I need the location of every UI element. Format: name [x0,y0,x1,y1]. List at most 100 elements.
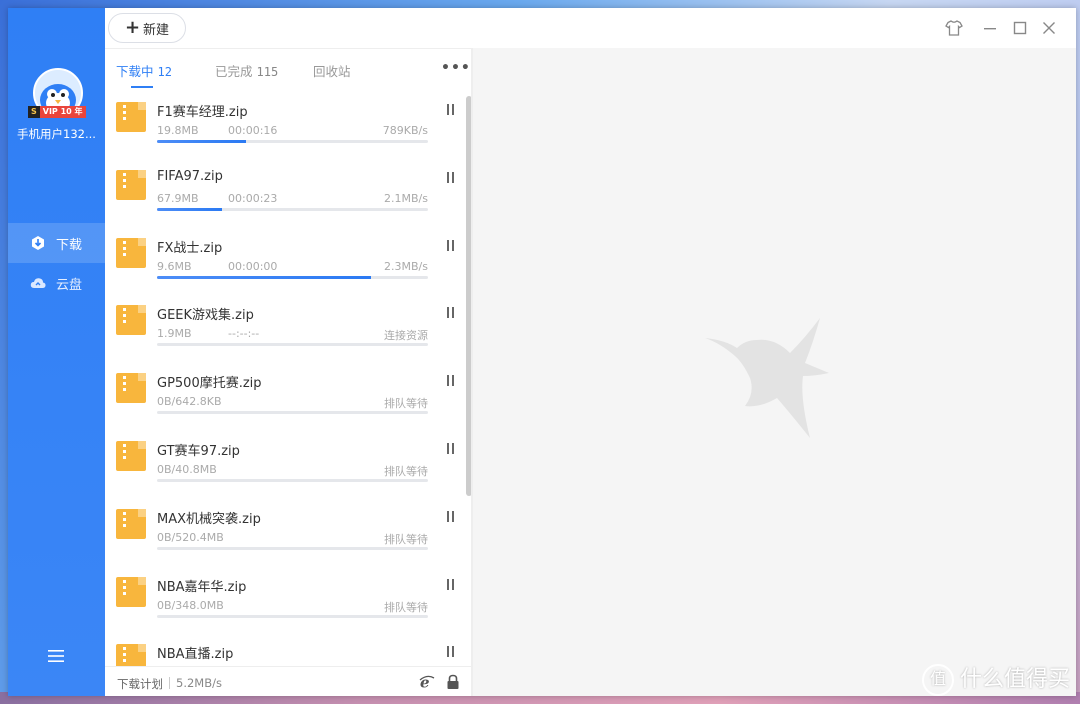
new-task-button[interactable]: + 新建 [108,13,186,43]
more-options-icon[interactable]: ••• [441,60,471,76]
file-name: GP500摩托赛.zip [157,376,262,392]
file-name: F1赛车经理.zip [157,105,248,120]
pause-icon[interactable] [446,578,455,590]
detail-panel [473,48,1076,696]
pause-icon[interactable] [446,443,455,454]
vip-s-label: S [28,106,40,118]
remaining-time: 00:00:16 [228,124,278,137]
sidebar: S VIP 10 年 手机用户132... 下载 云盘 [8,8,105,696]
download-tabs: 下载中 12 已完成 115 回收站 ••• [105,48,471,88]
download-item[interactable]: FX战士.zip 9.6MB 00:00:00 2.3MB/s [105,224,465,292]
zip-file-icon [116,508,146,539]
file-size: 0B/348.0MB [157,598,224,612]
watermark-logo: 值 [921,664,954,696]
download-item[interactable]: GP500摩托赛.zip 0B/642.8KB 排队等待 [105,359,465,427]
download-status: 排队等待 [384,465,428,478]
download-status: 连接资源 [384,329,428,343]
download-item[interactable]: NBA直播.zip [105,630,465,666]
file-name: NBA直播.zip [157,647,234,663]
file-name: FIFA97.zip [157,168,223,184]
progress-fill [157,207,223,211]
remaining-time: --:--:-- [228,327,260,341]
tab-count: 12 [157,65,172,79]
maximize-icon[interactable] [1009,17,1031,39]
file-size: 0B/520.4MB [157,530,224,544]
file-size: 0B/40.8MB [157,463,217,476]
watermark: 值什么值得买 [921,661,1070,696]
sidebar-item-download[interactable]: 下载 [8,223,105,263]
progress-bar [157,546,428,550]
vip-label: VIP 10 年 [39,106,86,118]
pause-icon[interactable] [446,307,455,319]
browser-icon[interactable]: e [419,674,435,690]
pause-icon[interactable] [446,510,455,522]
download-status: 2.1MB/s [384,191,428,205]
download-status: 789KB/s [382,124,428,137]
download-item[interactable]: GT赛车97.zip 0B/40.8MB 排队等待 [105,427,465,495]
pause-icon[interactable] [446,375,455,387]
pause-icon[interactable] [446,239,455,251]
zip-file-icon [116,237,146,268]
tab-completed[interactable]: 已完成 115 [215,61,278,80]
pause-icon[interactable] [446,104,455,115]
bird-logo-icon [705,318,829,438]
zip-file-icon [116,169,146,200]
username[interactable]: 手机用户132... [8,126,105,142]
download-item[interactable]: FIFA97.zip 67.9MB 00:00:23 2.1MB/s [105,156,465,224]
file-name: GEEK游戏集.zip [157,308,254,324]
skin-icon[interactable] [943,17,965,39]
download-status: 排队等待 [384,532,428,546]
file-name: FX战士.zip [157,240,223,256]
progress-fill [157,140,247,143]
vip-badge: S VIP 10 年 [28,106,86,118]
file-name: GT赛车97.zip [157,444,240,459]
tab-label: 已完成 [215,64,253,79]
download-item[interactable]: MAX机械突袭.zip 0B/520.4MB 排队等待 [105,495,465,563]
minimize-icon[interactable] [979,17,1001,39]
download-item[interactable]: GEEK游戏集.zip 1.9MB --:--:-- 连接资源 [105,291,465,359]
download-item[interactable]: NBA嘉年华.zip 0B/348.0MB 排队等待 [105,563,465,631]
file-size: 9.6MB [157,259,192,273]
progress-bar [157,207,428,211]
cloud-icon [30,278,46,288]
download-status: 2.3MB/s [384,259,428,273]
progress-bar [157,275,428,279]
lock-icon[interactable] [446,674,460,690]
close-icon[interactable] [1038,17,1060,39]
zip-file-icon [116,305,146,336]
file-name: MAX机械突袭.zip [157,511,261,527]
tab-downloading[interactable]: 下载中 12 [116,61,172,80]
footer-divider [169,677,170,689]
zip-file-icon [116,644,146,666]
pause-icon[interactable] [446,171,455,183]
download-plan-button[interactable]: 下载计划 [117,676,163,692]
app-window: S VIP 10 年 手机用户132... 下载 云盘 + 新建 下载中 12 … [8,8,1076,696]
new-task-label: 新建 [143,22,170,38]
progress-fill [157,275,372,279]
zip-file-icon [116,441,146,471]
progress-bar [157,140,428,143]
menu-icon[interactable] [46,648,66,664]
progress-bar [157,343,428,347]
file-name: NBA嘉年华.zip [157,579,247,595]
total-speed: 5.2MB/s [176,676,222,690]
tab-recycle-bin[interactable]: 回收站 [313,61,351,80]
zip-file-icon [116,102,146,132]
progress-bar [157,479,428,482]
tab-count: 115 [256,65,279,79]
remaining-time: 00:00:23 [228,191,278,205]
list-footer: 下载计划 5.2MB/s e [105,666,471,696]
sidebar-item-cloud[interactable]: 云盘 [8,263,105,303]
file-size: 1.9MB [157,327,192,341]
tab-label: 回收站 [313,64,351,79]
zip-file-icon [116,373,146,404]
download-list: F1赛车经理.zip 19.8MB 00:00:16 789KB/s FIFA97.zi… [105,88,471,666]
download-item[interactable]: F1赛车经理.zip 19.8MB 00:00:16 789KB/s [105,88,465,156]
remaining-time: 00:00:00 [228,259,278,273]
sidebar-item-label: 下载 [56,237,83,253]
download-status: 排队等待 [384,600,428,614]
progress-bar [157,614,428,618]
file-size: 0B/642.8KB [157,395,222,409]
pause-icon[interactable] [446,646,455,658]
download-icon [32,236,44,250]
